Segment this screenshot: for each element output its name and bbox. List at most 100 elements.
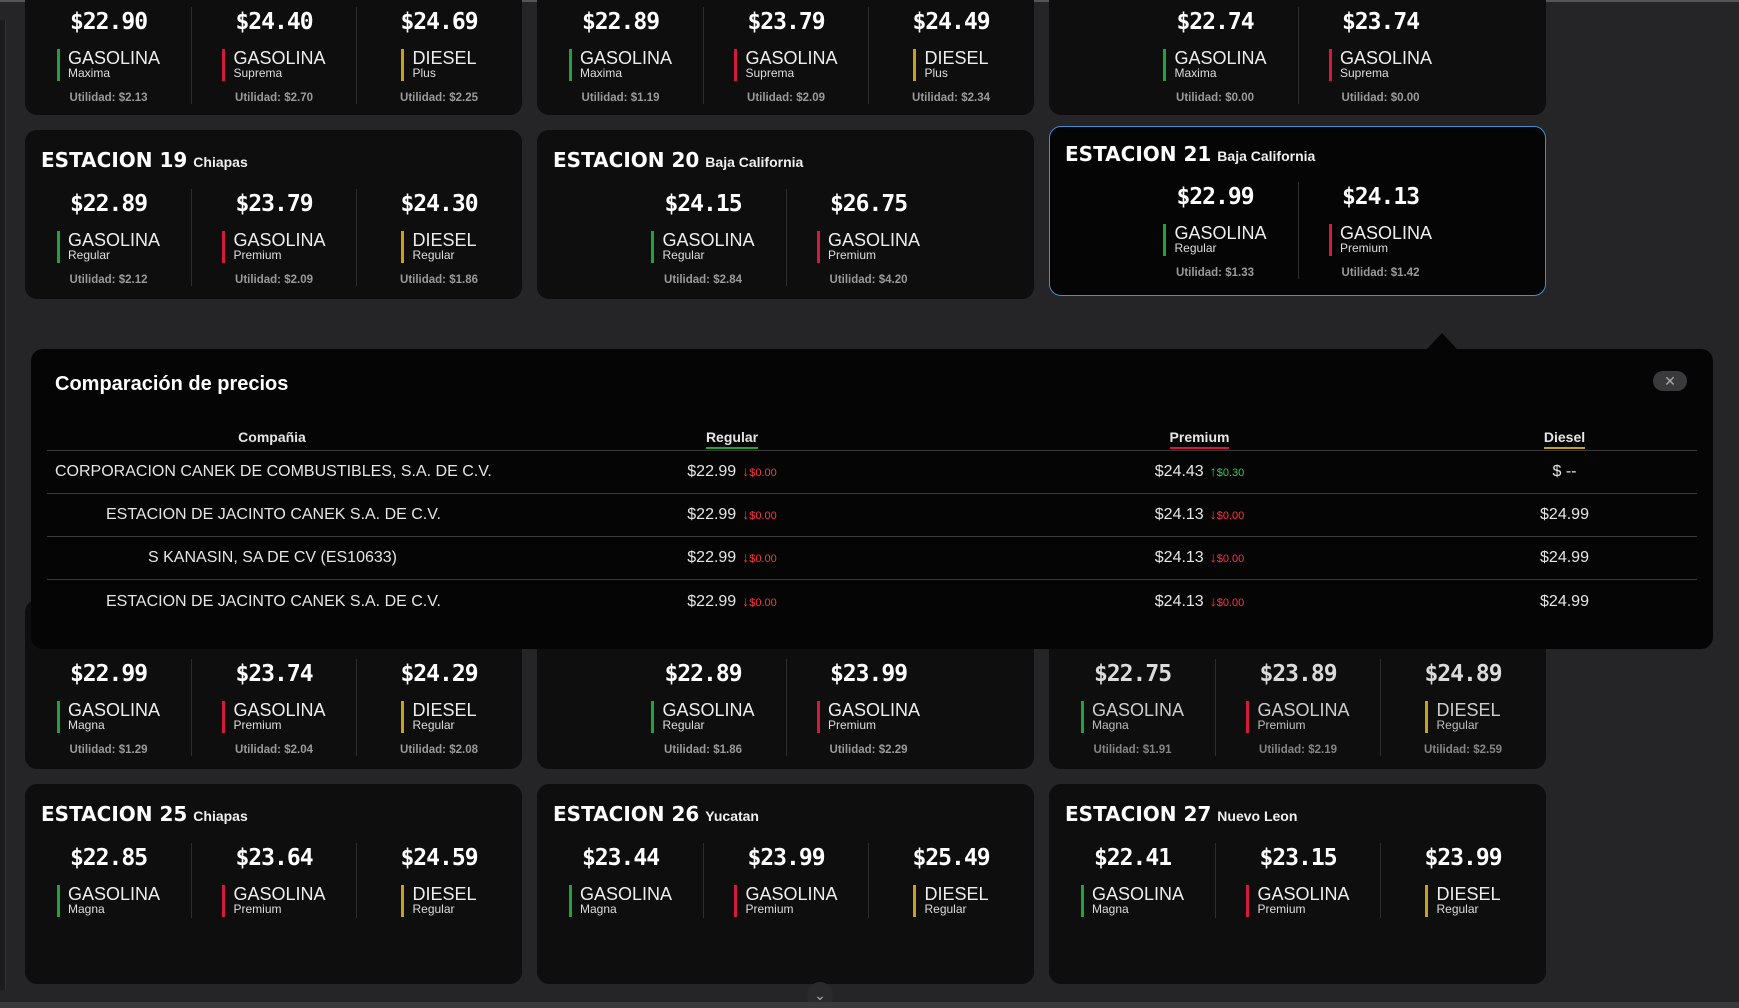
fuel-price: $23.79 [235,191,313,217]
fuel-grade: Magna [67,718,105,732]
fuel-item[interactable]: $23.79 GASOLINA Suprema Utilidad: $2.09 [703,7,868,104]
station-card[interactable]: ESTACION 19 Chiapas $22.89 GASOLINA Regular U… [25,130,522,299]
fuel-item[interactable]: $22.89 GASOLINA Regular Utilidad: $2.12 [26,189,191,286]
price-value: $22.99 [687,549,737,566]
comparison-table: Compañia Regular Premium Diesel CORPORAC… [47,423,1697,623]
left-edge [0,20,6,990]
price-change: ↑$0.30 [1210,463,1245,479]
fuel-type: DIESEL Regular [1425,885,1501,917]
fuel-type: GASOLINA Premium [816,701,920,733]
fuel-utility: Utilidad: $2.09 [235,274,313,286]
fuel-price: $22.99 [1176,184,1254,210]
station-card[interactable]: ESTACION 26 Yucatan $23.44 GASOLINA Magna $23… [537,784,1034,984]
station-card[interactable]: ESTACION 21 Baja California $22.99 GASOLINA… [1049,126,1546,296]
fuel-grade: Regular [1174,241,1217,255]
fuel-name: GASOLINA [1174,48,1267,68]
fuel-price: $22.74 [1176,9,1254,35]
fuel-grade: Regular [412,248,455,262]
fuel-name: GASOLINA [233,884,326,904]
fuel-grade: Magna [579,902,617,916]
fuel-item[interactable]: $22.74 GASOLINA Maxima Utilidad: $0.00 [1133,7,1298,104]
fuel-grade: Suprema [745,66,795,80]
fuel-type: GASOLINA Magna [56,885,160,917]
fuel-name: GASOLINA [745,48,838,68]
station-card[interactable]: ESTACION 27 Nuevo Leon $22.41 GASOLINA Magna… [1049,784,1546,984]
station-title: ESTACION 20 Baja California [553,148,803,172]
fuel-item[interactable]: $23.79 GASOLINA Premium Utilidad: $2.09 [191,189,356,286]
fuel-item[interactable]: $22.41 GASOLINA Magna [1050,843,1215,918]
fuel-item[interactable]: $23.74 GASOLINA Suprema Utilidad: $0.00 [1297,7,1463,104]
fuel-item[interactable]: $22.90 GASOLINA Maxima Utilidad: $2.13 [26,7,191,104]
fuel-item[interactable]: $23.99 DIESEL Regular [1380,843,1545,918]
fuel-name: DIESEL [412,48,477,68]
fuel-item[interactable]: $23.74 GASOLINA Premium Utilidad: $2.04 [191,659,356,756]
fuel-name: GASOLINA [579,48,673,68]
fuel-utility: Utilidad: $2.25 [400,92,478,104]
fuel-grade: Maxima [579,66,622,80]
station-name: ESTACION 25 [41,802,188,826]
fuel-name: GASOLINA [233,48,326,68]
station-card[interactable]: $22.74 GASOLINA Maxima Utilidad: $0.00 $23.7… [1049,0,1546,115]
close-button[interactable]: ✕ [1653,371,1687,391]
fuel-item[interactable]: $24.59 DIESEL Regular [356,843,521,918]
fuel-type: GASOLINA Magna [1080,701,1184,733]
regular-price: $22.99 ↓$0.00 [497,549,967,567]
fuel-price: $24.29 [400,661,478,687]
station-card[interactable]: $22.89 GASOLINA Maxima Utilidad: $1.19 $23.7… [537,0,1034,115]
fuel-item[interactable]: $26.75 GASOLINA Premium Utilidad: $4.20 [785,189,951,286]
fuel-item[interactable]: $22.99 GASOLINA Regular Utilidad: $1.33 [1133,182,1298,279]
diesel-price: $24.99 [1540,549,1589,566]
fuel-grade: Suprema [1339,66,1389,80]
fuel-utility: Utilidad: $0.00 [1176,92,1254,104]
fuel-grade: Magna [67,902,105,916]
fuel-item[interactable]: $22.75 GASOLINA Magna Utilidad: $1.91 [1050,659,1215,756]
bottom-scrollbar[interactable] [0,1002,1739,1008]
fuel-item[interactable]: $24.30 DIESEL Regular Utilidad: $1.86 [356,189,521,286]
fuel-type: GASOLINA Maxima [568,48,673,81]
price-value: $24.13 [1154,592,1204,610]
comparison-panel: Comparación de precios ✕ Compañia Regula… [31,349,1713,649]
fuel-item[interactable]: $23.44 GASOLINA Magna [538,843,703,918]
price-change: ↓$0.00 [1210,593,1245,609]
station-card[interactable]: ESTACION 25 Chiapas $22.85 GASOLINA Magna $23… [25,784,522,984]
fuel-item[interactable]: $24.15 GASOLINA Regular Utilidad: $2.84 [621,189,786,286]
fuel-item[interactable]: $25.49 DIESEL Regular [868,843,1033,918]
fuel-item[interactable]: $23.64 GASOLINA Premium [191,843,356,918]
fuel-item[interactable]: $24.40 GASOLINA Suprema Utilidad: $2.70 [191,7,356,104]
fuel-price: $23.99 [747,845,825,871]
fuel-name: DIESEL [412,884,477,904]
fuel-item[interactable]: $23.15 GASOLINA Premium [1215,843,1380,918]
fuel-item[interactable]: $23.99 GASOLINA Premium [703,843,868,918]
fuel-item[interactable]: $22.89 GASOLINA Regular Utilidad: $1.86 [621,659,786,756]
fuel-type: GASOLINA Premium [1246,701,1350,733]
fuel-grade: Premium [233,902,282,916]
station-card[interactable]: $22.90 GASOLINA Maxima Utilidad: $2.13 $24.4… [25,0,522,115]
price-change: ↓$0.00 [1210,549,1245,565]
fuel-item[interactable]: $23.89 GASOLINA Premium Utilidad: $2.19 [1215,659,1380,756]
station-title: ESTACION 27 Nuevo Leon [1065,802,1297,826]
fuel-utility: Utilidad: $1.91 [1093,744,1172,756]
station-state: Chiapas [193,154,248,170]
fuel-item[interactable]: $24.89 DIESEL Regular Utilidad: $2.59 [1380,659,1545,756]
fuel-item[interactable]: $22.99 GASOLINA Magna Utilidad: $1.29 [26,659,191,756]
fuel-item[interactable]: $24.29 DIESEL Regular Utilidad: $2.08 [356,659,521,756]
panel-pointer [1427,333,1457,349]
fuel-type: GASOLINA Suprema [222,48,326,81]
fuel-item[interactable]: $24.49 DIESEL Plus Utilidad: $2.34 [868,7,1033,104]
fuel-item[interactable]: $22.89 GASOLINA Maxima Utilidad: $1.19 [538,7,703,104]
fuel-item[interactable]: $24.13 GASOLINA Premium Utilidad: $1.42 [1297,182,1463,279]
fuel-price: $22.85 [69,845,148,871]
fuel-item[interactable]: $23.99 GASOLINA Premium Utilidad: $2.29 [785,659,951,756]
change-value: $0.00 [1216,553,1245,565]
fuel-item[interactable]: $22.85 GASOLINA Magna [26,843,191,918]
fuel-grade: Regular [924,902,967,916]
fuel-type: GASOLINA Maxima [1163,48,1267,81]
fuel-item[interactable]: $24.69 DIESEL Plus Utilidad: $2.25 [356,7,521,104]
fuel-type: GASOLINA Premium [1246,885,1350,917]
station-card[interactable]: ESTACION 20 Baja California $24.15 GASOLINA… [537,130,1034,299]
diesel-price: $24.99 [1540,592,1589,610]
fuel-price: $26.75 [829,191,908,217]
fuel-price: $23.15 [1259,845,1337,871]
fuel-price: $24.59 [400,845,478,871]
fuel-name: GASOLINA [67,48,161,68]
